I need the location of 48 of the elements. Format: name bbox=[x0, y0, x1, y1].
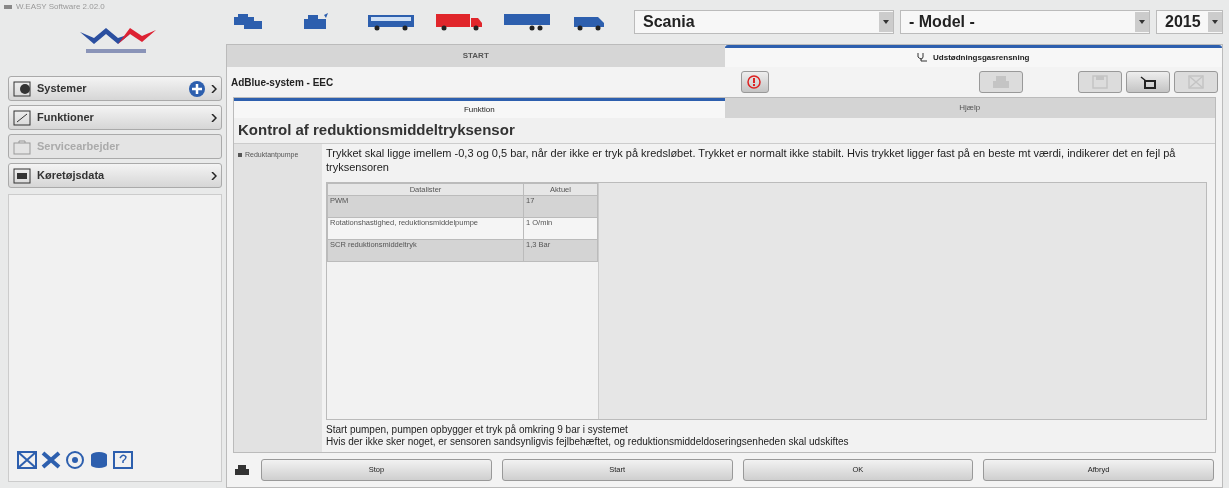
help-icon[interactable] bbox=[113, 451, 133, 469]
tools-icon[interactable] bbox=[41, 451, 61, 469]
trailer-truck-icon[interactable] bbox=[504, 13, 550, 31]
database-icon[interactable] bbox=[89, 451, 109, 469]
functions-icon bbox=[13, 109, 31, 126]
dropdown[interactable]: Scania bbox=[634, 10, 894, 34]
chevron-icon bbox=[211, 84, 217, 93]
vehicle-data-icon bbox=[13, 167, 31, 184]
systems-icon bbox=[13, 80, 31, 97]
dropdown-caret-icon bbox=[1139, 20, 1145, 24]
printer-icon bbox=[992, 75, 1010, 89]
close-icon bbox=[1187, 75, 1205, 89]
disc-icon[interactable] bbox=[65, 451, 85, 469]
window-title: W.EASY Software 2.02.0 bbox=[16, 1, 105, 13]
sidebar-item[interactable]: Køretøjsdata bbox=[8, 163, 222, 188]
sidebar-item[interactable]: Funktioner bbox=[8, 105, 222, 130]
truck-icon[interactable] bbox=[436, 13, 482, 31]
instruction-text: Start pumpen, pumpen opbygger et tryk på omkring 9 bar i systemet bbox=[326, 424, 629, 436]
breadcrumb-text: AdBlue-system - EEC bbox=[231, 75, 335, 90]
heading: Kontrol af reduktionsmiddeltryksensor bbox=[238, 120, 515, 141]
sidebar-item[interactable]: Systemer bbox=[8, 76, 222, 101]
dropdown[interactable]: 2015 bbox=[1156, 10, 1223, 34]
alert-icon bbox=[746, 75, 764, 89]
sidebar-item-label: Systemer bbox=[37, 81, 88, 97]
sidebar-item-label: Funktioner bbox=[37, 110, 95, 126]
close-icon[interactable] bbox=[17, 451, 37, 469]
plus-icon[interactable] bbox=[189, 80, 205, 97]
instruction-text: Hvis der ikke sker noget, er sensoren sandsynligvis fejlbehæftet, og reduktionsmiddeldoseringsenheden skal udskiftes bbox=[326, 436, 850, 448]
toolbox-icon bbox=[13, 138, 31, 155]
bus-icon[interactable] bbox=[368, 13, 414, 31]
stethoscope-icon bbox=[917, 52, 929, 63]
sidebar-item-label: Køretøjsdata bbox=[37, 168, 106, 184]
floppy-icon bbox=[1091, 75, 1109, 89]
tab[interactable]: Hjælp bbox=[724, 98, 1215, 118]
window-icon bbox=[1139, 75, 1157, 89]
printer-icon[interactable] bbox=[235, 465, 249, 475]
dropdown[interactable]: - Model - bbox=[900, 10, 1150, 34]
tab[interactable]: Udstødningsgasrensning bbox=[724, 45, 1222, 67]
window-button[interactable] bbox=[1126, 71, 1170, 93]
tab[interactable]: Funktion bbox=[234, 98, 725, 118]
description-text: Trykket skal ligge imellem -0,3 og 0,5 bar, når der ikke er tryk på kredsløbet. Trykket er normalt ikke stabilt. Hvis trykket ligger fast på en beste mt værdi, indikerer det en fejl på tryksensoren bbox=[326, 146, 1177, 174]
sidebar-item-label: Servicearbejder bbox=[37, 139, 121, 155]
info-button[interactable] bbox=[741, 71, 769, 93]
tab[interactable]: START bbox=[227, 45, 725, 67]
chevron-icon bbox=[211, 171, 217, 180]
chevron-icon bbox=[211, 113, 217, 122]
dropdown-caret-icon bbox=[1212, 20, 1218, 24]
dropdown-caret-icon bbox=[883, 20, 889, 24]
